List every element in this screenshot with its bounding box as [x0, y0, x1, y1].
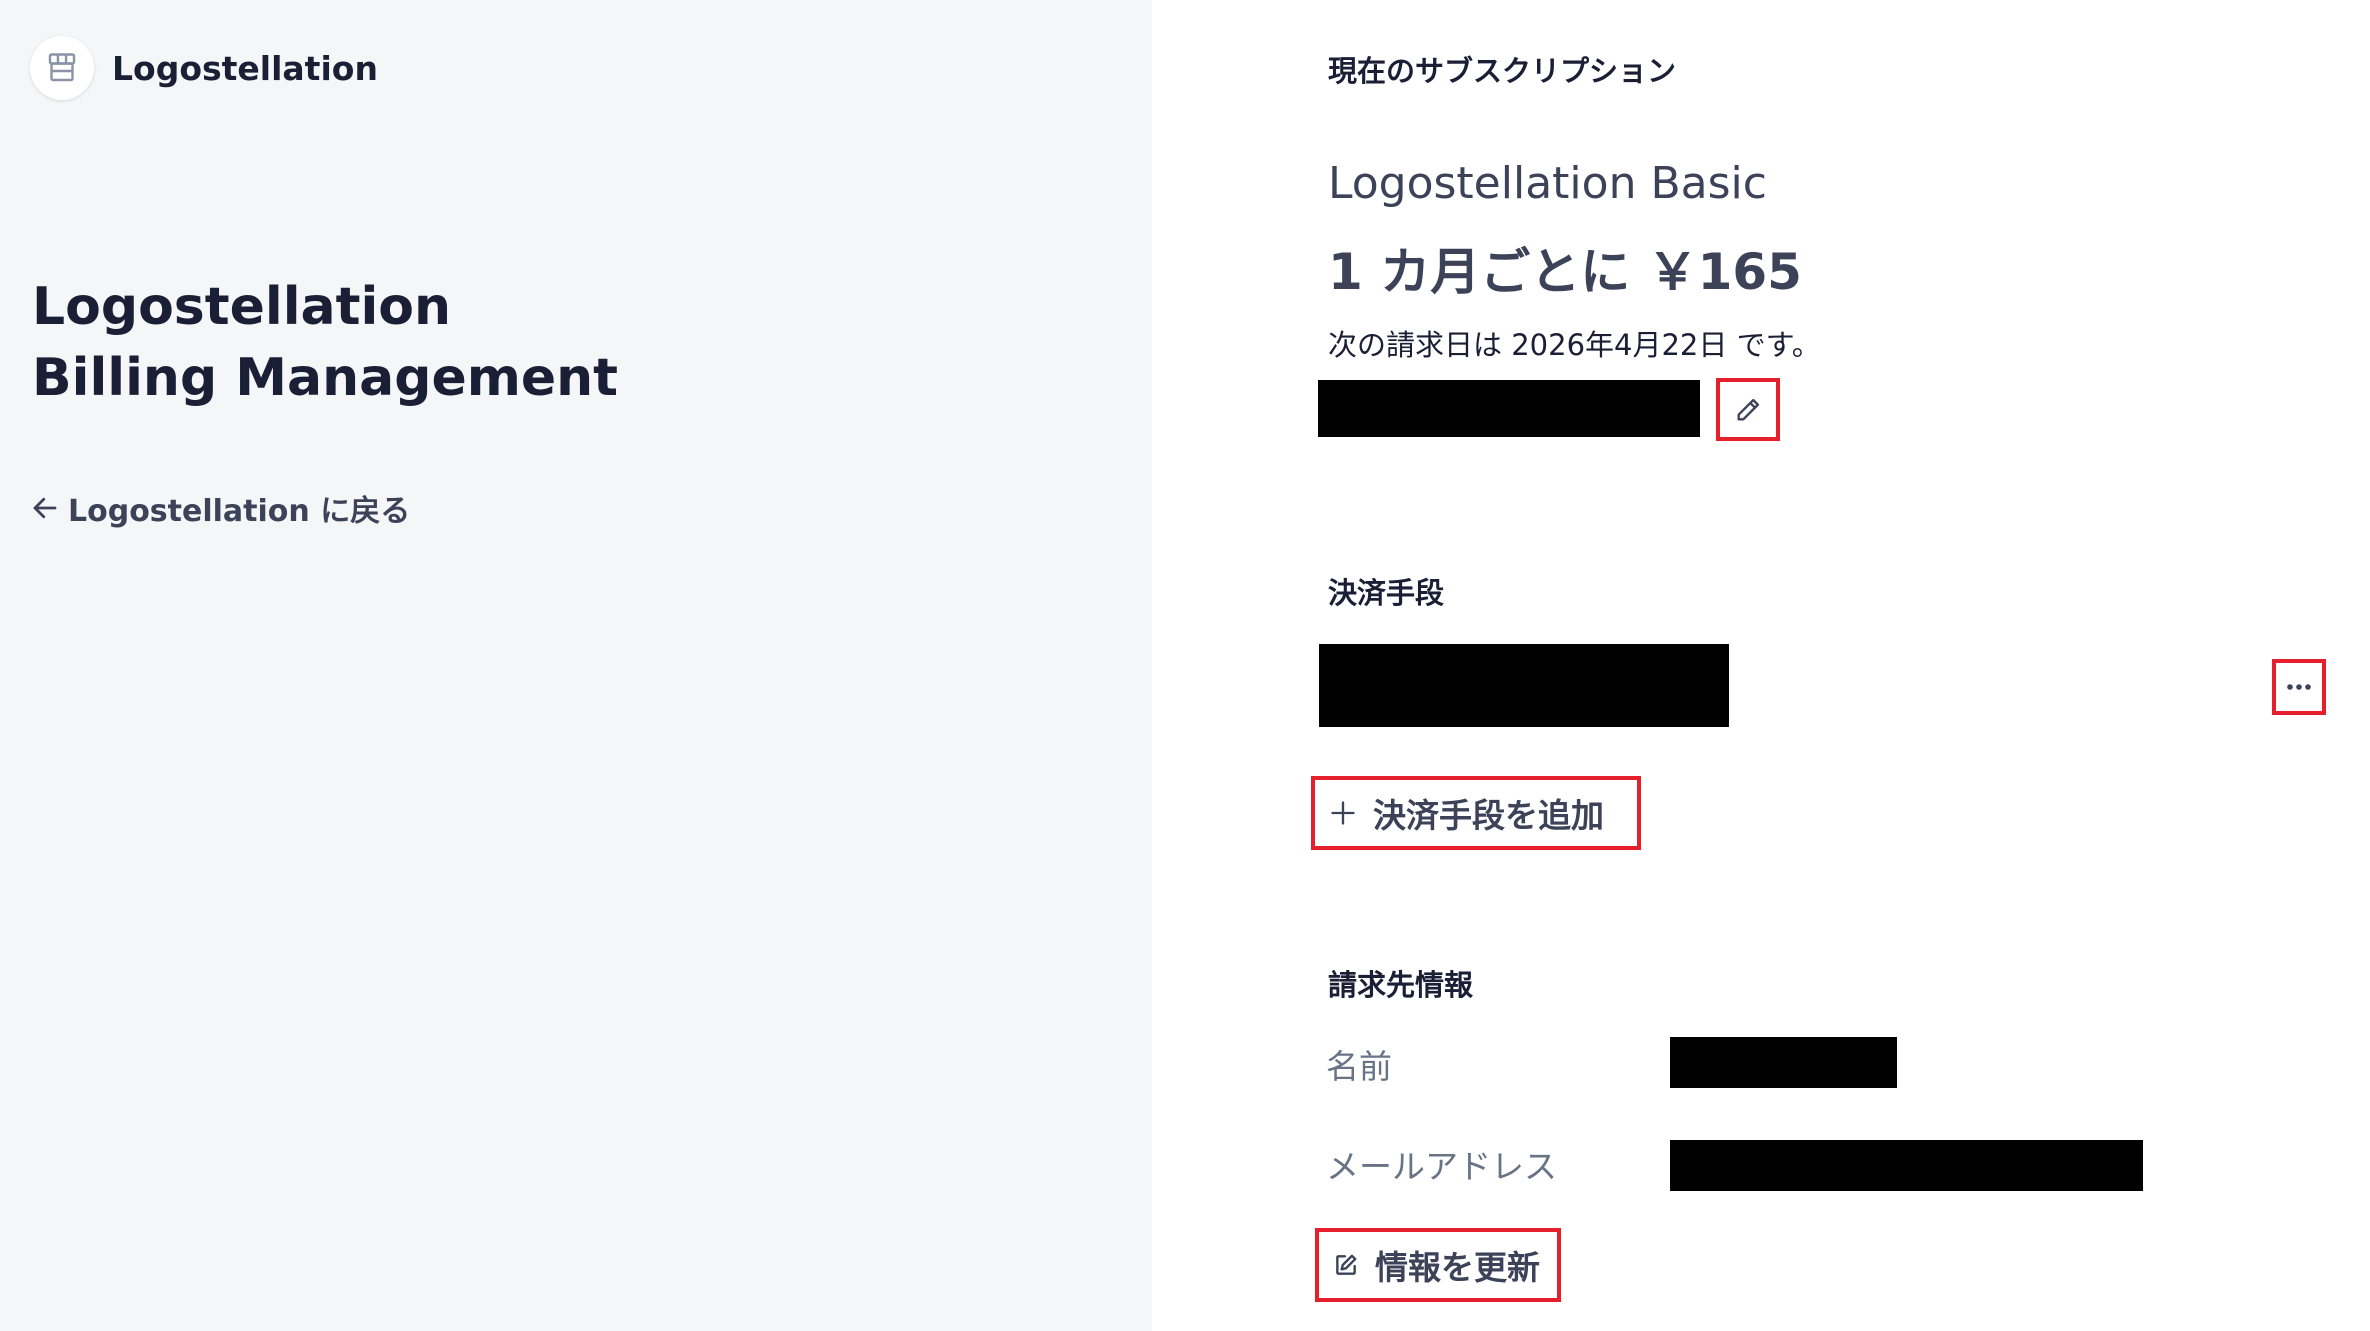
- storefront-icon: [30, 36, 94, 100]
- left-panel: Logostellation Logostellation Billing Ma…: [0, 0, 1152, 1331]
- next-billing-date: 次の請求日は 2026年4月22日 です。: [1328, 328, 1821, 362]
- redacted-email-value: [1670, 1140, 2143, 1191]
- subscription-heading: 現在のサブスクリプション: [1328, 54, 1677, 88]
- back-link-label: Logostellation に戻る: [68, 494, 411, 529]
- edit-square-icon: [1333, 1252, 1359, 1278]
- arrow-left-icon: [30, 493, 60, 523]
- right-panel: 現在のサブスクリプション Logostellation Basic 1 カ月ごと…: [1152, 0, 2370, 1331]
- brand-name: Logostellation: [112, 48, 378, 88]
- email-label: メールアドレス: [1326, 1147, 1557, 1186]
- redacted-name-value: [1670, 1037, 1897, 1088]
- billing-portal-page: Logostellation Logostellation Billing Ma…: [0, 0, 2370, 1331]
- pencil-icon: [1734, 396, 1762, 424]
- add-payment-method-label: 決済手段を追加: [1373, 796, 1604, 835]
- back-link[interactable]: Logostellation に戻る: [30, 486, 410, 530]
- payment-heading: 決済手段: [1328, 576, 1445, 610]
- edit-subscription-button[interactable]: [1716, 378, 1780, 441]
- more-horizontal-icon: [2286, 683, 2312, 691]
- plus-icon: [1329, 799, 1357, 827]
- brand-header: Logostellation: [30, 36, 378, 100]
- plan-price: 1 カ月ごとに ￥165: [1328, 243, 1802, 301]
- billing-info-heading: 請求先情報: [1328, 968, 1474, 1002]
- update-info-button[interactable]: 情報を更新: [1315, 1228, 1561, 1302]
- update-info-label: 情報を更新: [1375, 1248, 1540, 1287]
- page-title: Logostellation Billing Management: [32, 277, 619, 408]
- name-label: 名前: [1326, 1047, 1392, 1086]
- plan-name: Logostellation Basic: [1328, 158, 1767, 209]
- redacted-payment-method: [1319, 644, 1729, 727]
- add-payment-method-button[interactable]: 決済手段を追加: [1311, 776, 1641, 850]
- payment-more-options-button[interactable]: [2272, 659, 2326, 715]
- redacted-subscription-info: [1318, 380, 1700, 437]
